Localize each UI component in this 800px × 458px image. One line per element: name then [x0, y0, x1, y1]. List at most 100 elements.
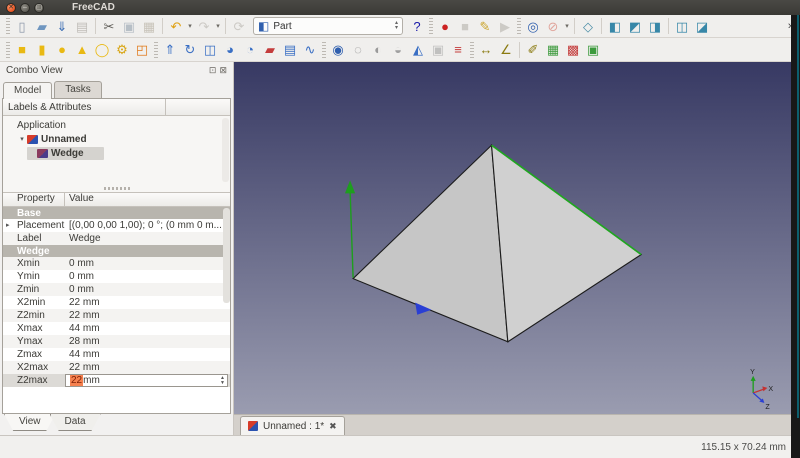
panel-close-icon[interactable]: ⊠ — [219, 65, 227, 76]
print-icon[interactable]: ▤ — [72, 17, 92, 36]
property-row-x2max[interactable]: X2max22 mm — [3, 361, 230, 374]
cut-icon[interactable]: ✂ — [99, 17, 119, 36]
tab-view[interactable]: View — [4, 414, 56, 431]
measure-toggle-delta-icon[interactable]: ▩ — [563, 40, 583, 59]
macro-stop-icon[interactable]: ■ — [455, 17, 475, 36]
expander-icon[interactable]: ▸ — [6, 221, 10, 229]
whats-this-icon[interactable]: ? — [407, 17, 427, 36]
document-tab-close-icon[interactable]: ✖ — [329, 421, 337, 432]
3d-viewport[interactable]: Y X Z — [234, 62, 800, 414]
shape-builder-icon[interactable]: ◰ — [132, 40, 152, 59]
property-row-zmin[interactable]: Zmin0 mm — [3, 283, 230, 296]
property-table-scrollbar[interactable] — [223, 208, 230, 303]
property-row-ymax[interactable]: Ymax28 mm — [3, 335, 230, 348]
property-row-ymin[interactable]: Ymin0 mm — [3, 270, 230, 283]
tab-model[interactable]: Model — [3, 82, 52, 99]
column-value[interactable]: Value — [65, 193, 230, 206]
dropdown-arrow-icon[interactable]: ▾ — [563, 22, 571, 30]
part-cylinder-icon[interactable]: ▮ — [32, 40, 52, 59]
zoom-selection-icon[interactable]: ◎ — [523, 17, 543, 36]
tree-scrollbar[interactable] — [222, 118, 229, 182]
value-spinner[interactable]: ▲▼ — [220, 376, 227, 385]
property-row-xmax[interactable]: Xmax44 mm — [3, 322, 230, 335]
workbench-selector[interactable]: ◧Part▴▾ — [253, 17, 403, 35]
extrude-icon[interactable]: ⇑ — [160, 40, 180, 59]
part-cone-icon[interactable]: ▲ — [72, 40, 92, 59]
workbench-selector-spinner[interactable]: ▴▾ — [395, 21, 398, 32]
panel-float-icon[interactable]: ⊡ — [209, 65, 217, 76]
boolean-operation-icon[interactable]: ▣ — [428, 40, 448, 59]
loft-icon[interactable]: ▤ — [280, 40, 300, 59]
part-sphere-icon[interactable]: ● — [52, 40, 72, 59]
toolbar-grip[interactable] — [6, 42, 10, 58]
dropdown-arrow-icon[interactable]: ▾ — [214, 22, 222, 30]
toolbar-grip[interactable] — [154, 42, 158, 58]
property-row-z2min[interactable]: Z2min22 mm — [3, 309, 230, 322]
toolbar-grip[interactable] — [6, 18, 10, 34]
tree-expander-icon[interactable]: ▾ — [17, 135, 27, 143]
macro-edit-icon[interactable]: ✎ — [475, 17, 495, 36]
property-row-label[interactable]: LabelWedge — [3, 232, 230, 245]
ruled-surface-icon[interactable]: ▰ — [260, 40, 280, 59]
view-bottom-icon[interactable]: ◪ — [692, 17, 712, 36]
measure-toggle-icon[interactable]: ▣ — [583, 40, 603, 59]
mirror-icon[interactable]: ◫ — [200, 40, 220, 59]
measure-toggle-3d-icon[interactable]: ▦ — [543, 40, 563, 59]
document-tab[interactable]: Unnamed : 1* ✖ — [240, 416, 345, 435]
view-front-icon[interactable]: ◧ — [605, 17, 625, 36]
view-top-icon[interactable]: ◩ — [625, 17, 645, 36]
view-right-icon[interactable]: ◨ — [645, 17, 665, 36]
measure-clear-icon[interactable]: ✐ — [523, 40, 543, 59]
measure-linear-icon[interactable]: ↔ — [476, 40, 496, 59]
redo-icon[interactable]: ↷ — [194, 17, 214, 36]
part-torus-icon[interactable]: ◯ — [92, 40, 112, 59]
macro-play-icon[interactable]: ▶ — [495, 17, 515, 36]
tree-header[interactable]: Labels & Attributes — [3, 99, 230, 116]
copy-icon[interactable]: ▣ — [119, 17, 139, 36]
property-group-base[interactable]: Base — [3, 207, 230, 219]
toolbar-grip[interactable] — [322, 42, 326, 58]
view-rear-icon[interactable]: ◫ — [672, 17, 692, 36]
open-document-icon[interactable]: ▰ — [32, 17, 52, 36]
view-axonometric-icon[interactable]: ◇ — [578, 17, 598, 36]
undo-icon[interactable]: ↶ — [166, 17, 186, 36]
toolbar-grip[interactable] — [517, 18, 521, 34]
compound-icon[interactable]: ◭ — [408, 40, 428, 59]
revolve-icon[interactable]: ↻ — [180, 40, 200, 59]
boolean-intersection-icon[interactable]: ◐ — [368, 40, 388, 59]
property-row-xmin[interactable]: Xmin0 mm — [3, 257, 230, 270]
boolean-union-icon[interactable]: ◉ — [328, 40, 348, 59]
property-value[interactable]: 22 mm▲▼ — [65, 374, 228, 387]
toolbar-grip[interactable] — [470, 42, 474, 58]
tree-item-wedge[interactable]: Wedge — [3, 146, 230, 160]
refresh-icon[interactable]: ⟳ — [229, 17, 249, 36]
property-row-z2max[interactable]: Z2max22 mm▲▼ — [3, 374, 230, 387]
window-minimize-button[interactable]: – — [20, 3, 30, 13]
macro-record-icon[interactable]: ● — [435, 17, 455, 36]
property-row-x2min[interactable]: X2min22 mm — [3, 296, 230, 309]
window-close-button[interactable]: ✕ — [6, 3, 16, 13]
boolean-cut-icon[interactable]: ◌ — [348, 40, 368, 59]
save-document-icon[interactable]: ⇓ — [52, 17, 72, 36]
property-row-placement[interactable]: ▸Placement[(0,00 0,00 1,00); 0 °; (0 mm … — [3, 219, 230, 232]
property-row-zmax[interactable]: Zmax44 mm — [3, 348, 230, 361]
tab-data[interactable]: Data — [50, 414, 101, 431]
property-group-wedge[interactable]: Wedge — [3, 245, 230, 257]
sweep-icon[interactable]: ∿ — [300, 40, 320, 59]
paste-icon[interactable]: ▦ — [139, 17, 159, 36]
stop-loading-icon[interactable]: ⊘ — [543, 17, 563, 36]
new-document-icon[interactable]: ▯ — [12, 17, 32, 36]
chamfer-icon[interactable]: ◔ — [240, 40, 260, 59]
dropdown-arrow-icon[interactable]: ▾ — [186, 22, 194, 30]
section-icon[interactable]: ◒ — [388, 40, 408, 59]
column-property[interactable]: Property — [3, 193, 65, 206]
panel-splitter[interactable] — [3, 184, 230, 192]
cross-sections-icon[interactable]: ≡ — [448, 40, 468, 59]
tree-item-application[interactable]: Application — [3, 118, 230, 132]
fillet-icon[interactable]: ◕ — [220, 40, 240, 59]
part-box-icon[interactable]: ■ — [12, 40, 32, 59]
tab-tasks[interactable]: Tasks — [54, 81, 102, 98]
window-maximize-button[interactable]: ▢ — [34, 3, 44, 13]
toolbar-grip[interactable] — [429, 18, 433, 34]
measure-angular-icon[interactable]: ∠ — [496, 40, 516, 59]
